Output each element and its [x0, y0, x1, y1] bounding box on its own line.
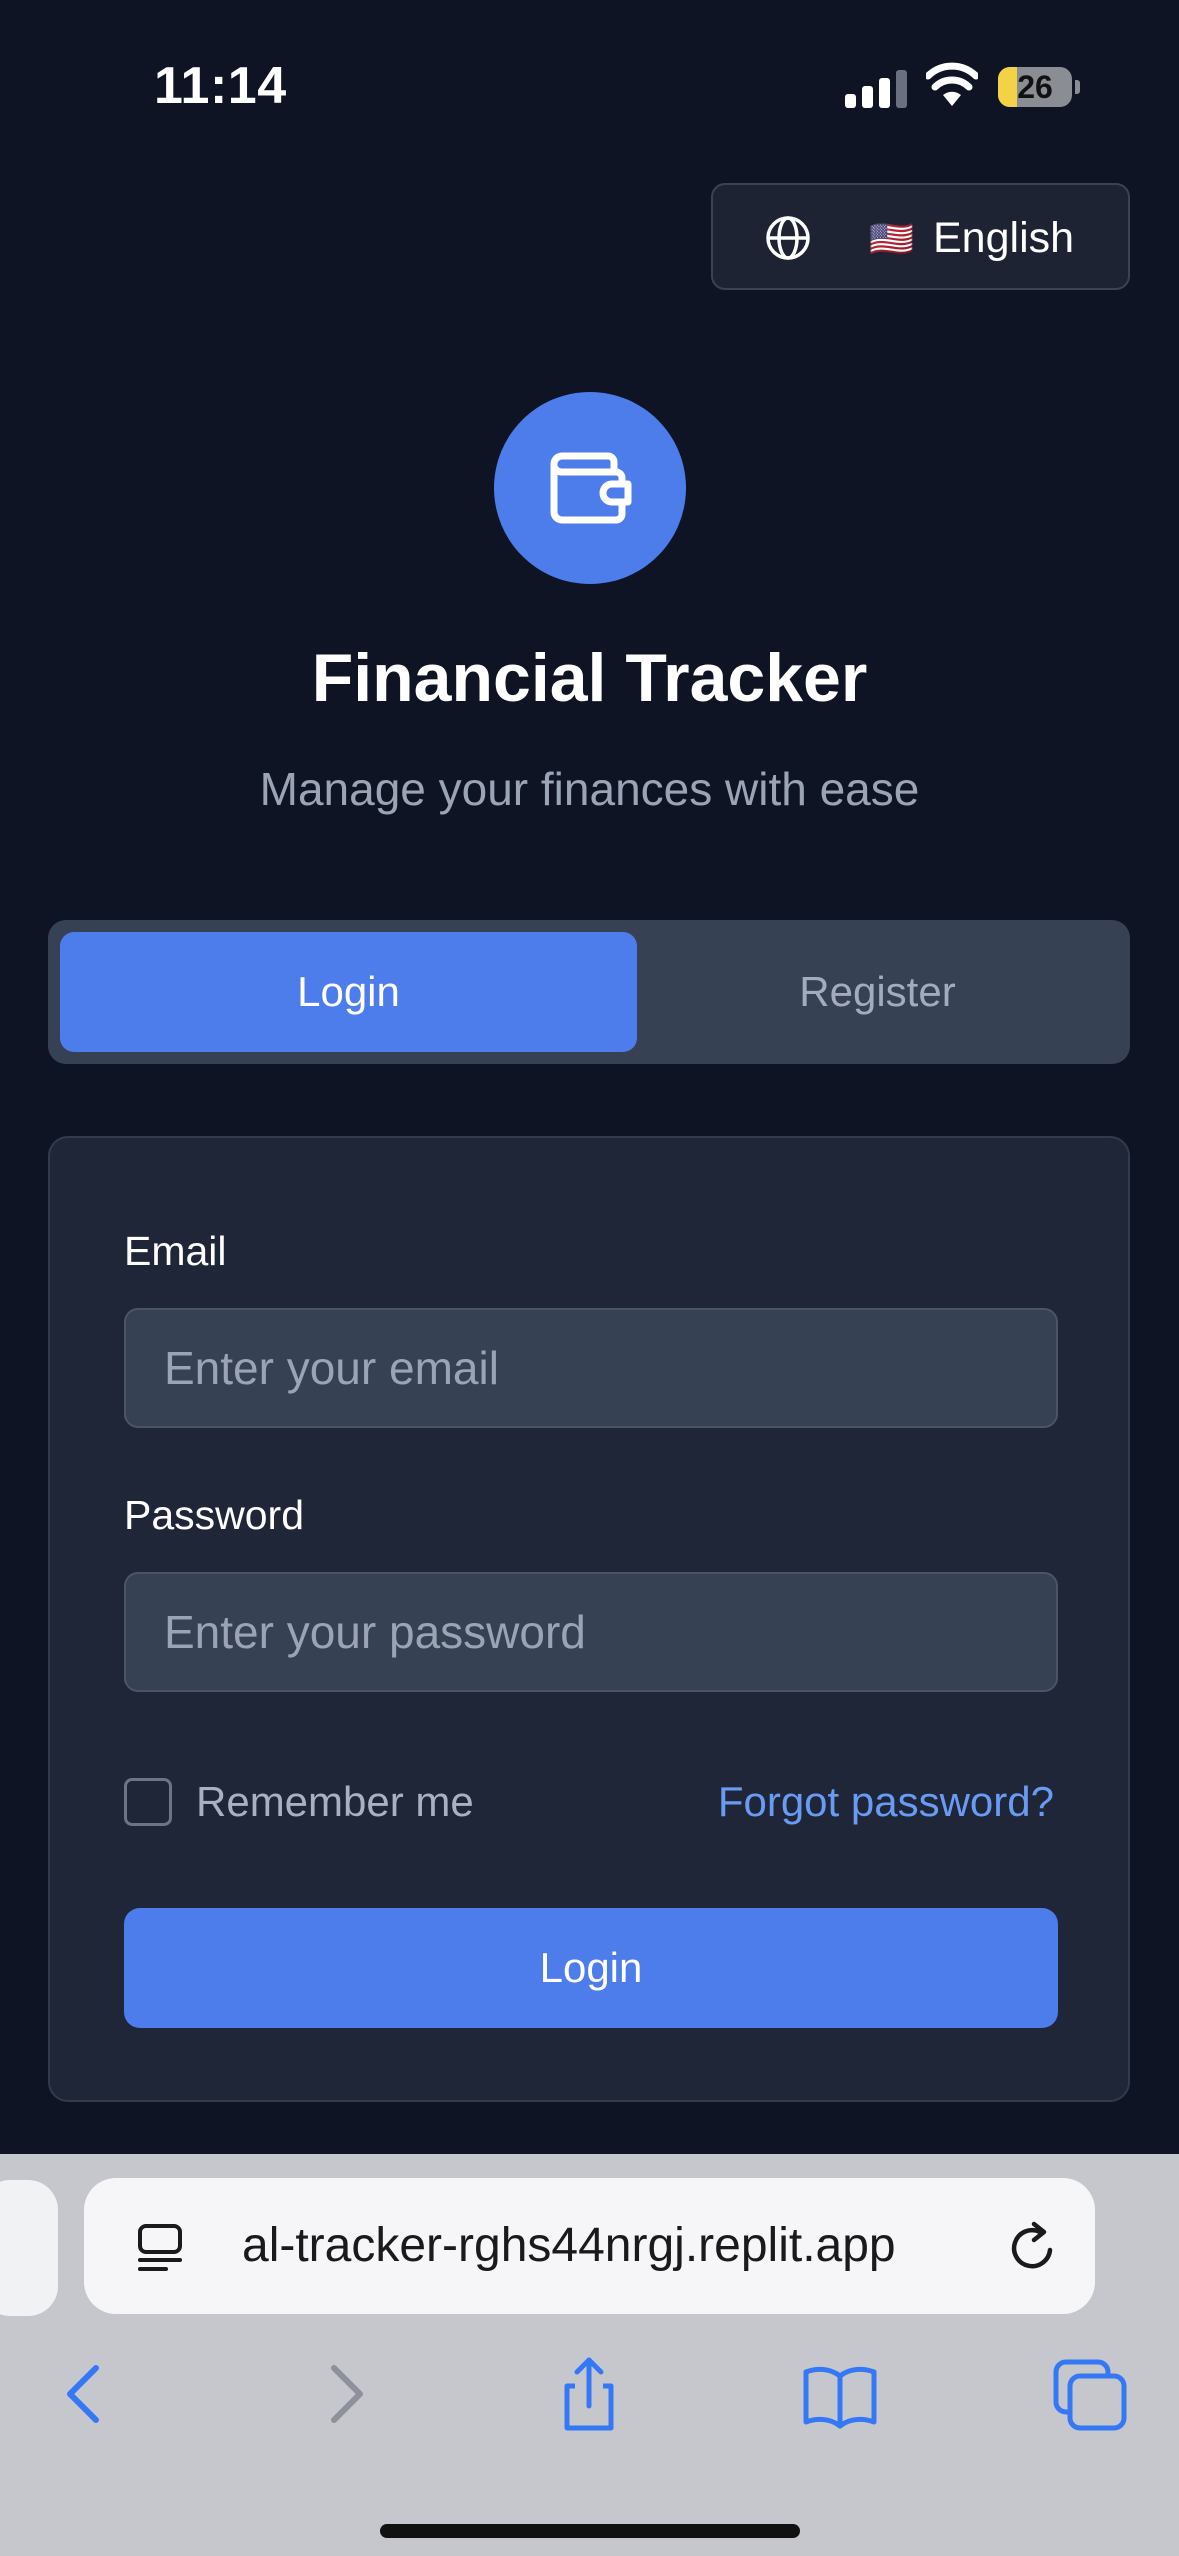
- battery-level: 26: [1017, 69, 1053, 105]
- forward-icon[interactable]: [300, 2352, 384, 2436]
- language-label: English: [933, 214, 1075, 262]
- login-page: 11:14 26 🇺🇸 English Financial Tracker Ma…: [0, 0, 1179, 2556]
- wallet-icon: [550, 452, 632, 524]
- previous-tab-preview[interactable]: [0, 2180, 58, 2316]
- reload-icon[interactable]: [1004, 2218, 1062, 2276]
- wifi-icon: [926, 62, 978, 106]
- status-time: 11:14: [154, 57, 287, 115]
- password-label: Password: [124, 1492, 305, 1538]
- battery-icon: 26: [998, 67, 1080, 107]
- home-indicator: [380, 2524, 800, 2538]
- cellular-signal-icon: [845, 70, 907, 108]
- url-text: al-tracker-rghs44nrgj.replit.app: [242, 2219, 896, 2272]
- login-form-card: Email Password Remember me Forgot passwo…: [48, 1136, 1130, 2102]
- password-field[interactable]: [124, 1572, 1058, 1692]
- status-bar: 11:14 26: [0, 0, 1179, 175]
- tab-register[interactable]: Register: [637, 932, 1118, 1052]
- app-subtitle: Manage your finances with ease: [259, 763, 920, 815]
- email-label: Email: [124, 1228, 227, 1274]
- tabs-icon[interactable]: [1048, 2352, 1132, 2436]
- back-icon[interactable]: [46, 2352, 130, 2436]
- tab-login[interactable]: Login: [60, 932, 637, 1052]
- remember-me-label[interactable]: Remember me: [196, 1776, 474, 1828]
- remember-me-checkbox[interactable]: [124, 1778, 172, 1826]
- forgot-password-link[interactable]: Forgot password?: [718, 1776, 1054, 1828]
- app-logo: [494, 392, 686, 584]
- us-flag-icon: 🇺🇸: [869, 218, 914, 259]
- browser-toolbar: al-tracker-rghs44nrgj.replit.app: [0, 2154, 1179, 2556]
- globe-icon: [766, 216, 810, 260]
- bookmarks-icon[interactable]: [798, 2352, 882, 2436]
- language-selector-button[interactable]: 🇺🇸 English: [711, 183, 1130, 290]
- email-field[interactable]: [124, 1308, 1058, 1428]
- auth-tabs: Login Register: [48, 920, 1130, 1064]
- address-bar[interactable]: al-tracker-rghs44nrgj.replit.app: [84, 2178, 1095, 2314]
- app-title: Financial Tracker: [311, 640, 868, 716]
- page-menu-icon[interactable]: [136, 2222, 184, 2272]
- login-button[interactable]: Login: [124, 1908, 1058, 2028]
- share-icon[interactable]: [547, 2352, 631, 2436]
